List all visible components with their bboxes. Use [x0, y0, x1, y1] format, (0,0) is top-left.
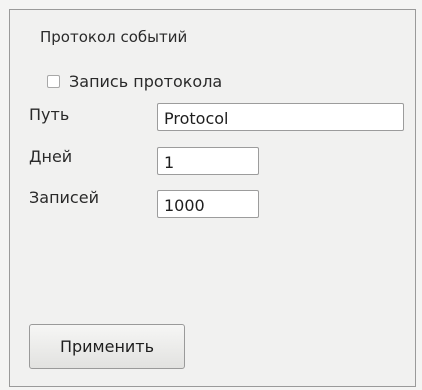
logging-checkbox[interactable]	[47, 75, 60, 88]
records-input[interactable]	[157, 190, 259, 218]
event-log-settings-panel: Протокол событий Запись протокола Путь Д…	[9, 9, 416, 387]
group-title: Протокол событий	[40, 28, 188, 46]
path-input[interactable]	[157, 103, 404, 131]
records-label: Записей	[29, 188, 99, 207]
apply-button[interactable]: Применить	[29, 324, 185, 369]
logging-checkbox-label[interactable]: Запись протокола	[69, 72, 222, 91]
path-label: Путь	[29, 105, 70, 124]
logging-checkbox-row[interactable]: Запись протокола	[47, 72, 222, 91]
days-input[interactable]	[157, 147, 259, 175]
days-label: Дней	[29, 147, 73, 166]
